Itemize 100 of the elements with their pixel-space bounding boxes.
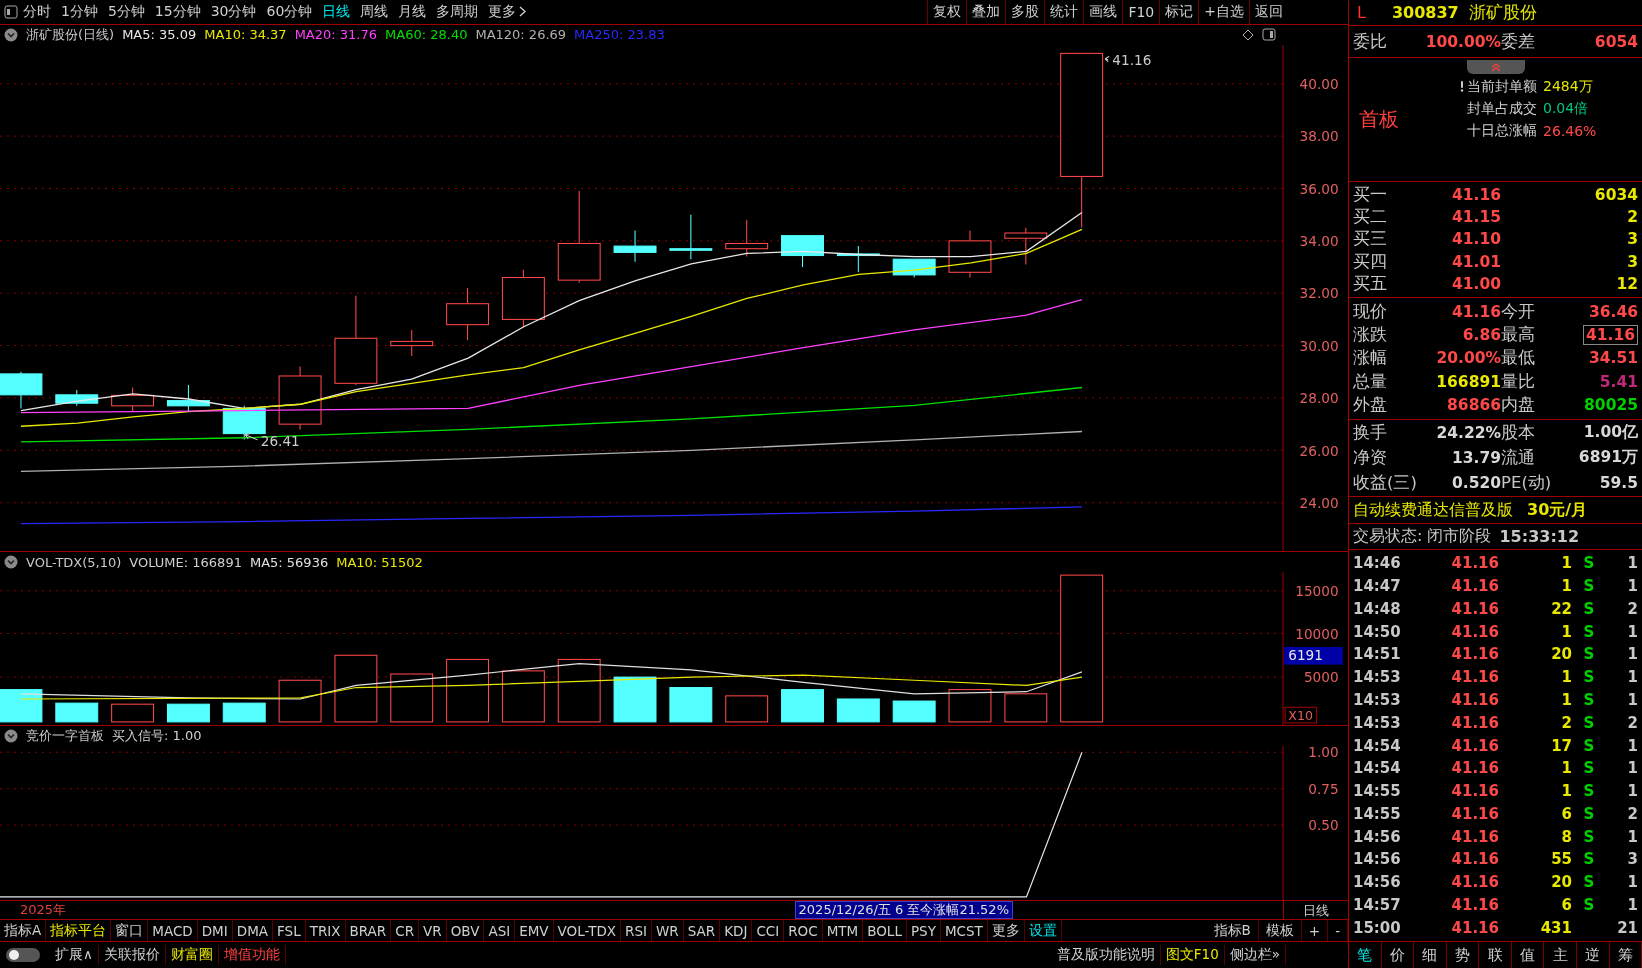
trade-price: 41.16	[1450, 599, 1499, 618]
volume-bar	[781, 689, 824, 723]
trade-volume: 1	[1560, 554, 1572, 573]
pointer-arrow-icon	[1104, 55, 1110, 62]
trade-time: 14:53	[1353, 668, 1402, 687]
candlestick	[446, 286, 490, 341]
trade-time: 15:00	[1353, 918, 1402, 937]
indicator-value: MA250: 23.83	[574, 27, 665, 42]
field-value: 0.520	[1450, 474, 1501, 493]
trade-count: 1	[1626, 622, 1638, 641]
axis-label: 10000	[1295, 626, 1339, 643]
volume-bar	[55, 703, 99, 723]
field-label: 涨幅	[1353, 347, 1388, 370]
axis-label: 30.00	[1299, 337, 1339, 354]
trade-volume: 1	[1560, 690, 1572, 709]
candlestick	[111, 386, 155, 412]
trade-volume: 6	[1560, 804, 1572, 823]
bid-price: 41.15	[1450, 208, 1501, 227]
promo-price[interactable]: 30元/月	[1527, 499, 1588, 521]
trade-count: 1	[1626, 668, 1638, 687]
trade-volume: 1	[1560, 782, 1572, 801]
stock-code: 300837	[1391, 3, 1459, 22]
trade-volume: 20	[1550, 645, 1572, 664]
volume-bar	[725, 695, 769, 723]
trade-time: 14:54	[1353, 736, 1402, 755]
trade-volume: 1	[1560, 577, 1572, 596]
volume-bar	[613, 677, 657, 723]
axis-label: 38.00	[1299, 127, 1339, 144]
axis-label: 24.00	[1299, 494, 1339, 511]
volume-bar	[557, 659, 601, 723]
collapse-circle-icon	[4, 729, 18, 744]
axis-label: 34.00	[1299, 232, 1339, 249]
field-label: 量比	[1501, 370, 1536, 393]
trade-count: 1	[1626, 577, 1638, 596]
trade-price: 41.16	[1450, 895, 1499, 914]
indicator-value: MA5: 56936	[249, 554, 329, 570]
trade-status: 交易状态: 闭市阶段	[1353, 526, 1492, 547]
volume-bar	[390, 673, 434, 723]
trade-price: 41.16	[1450, 554, 1499, 573]
status-time: 15:33:12	[1499, 527, 1580, 546]
trade-count: 1	[1626, 895, 1638, 914]
trade-time: 14:54	[1353, 759, 1402, 778]
trade-price: 41.16	[1450, 850, 1499, 869]
axis-label: 0.50	[1308, 817, 1339, 834]
chevron-right-icon	[519, 6, 527, 18]
trade-volume: 431	[1539, 918, 1572, 937]
field-label: 流通	[1501, 447, 1536, 469]
trade-side: S	[1582, 599, 1596, 618]
trade-count: 2	[1626, 713, 1638, 732]
field-value: 26.46%	[1543, 122, 1597, 139]
trade-time: 14:53	[1353, 713, 1402, 732]
field-value: 80025	[1583, 396, 1638, 415]
board-tag: 首板	[1349, 106, 1439, 133]
indicator-value: VOLUME: 166891	[129, 554, 242, 570]
trade-volume: 1	[1560, 668, 1572, 687]
candlestick	[781, 234, 824, 268]
trade-volume: 1	[1560, 759, 1572, 778]
diamond-icon	[1242, 28, 1254, 41]
trade-time: 14:56	[1353, 873, 1402, 892]
field-value: 20.00%	[1435, 349, 1501, 368]
date-info-label: 2025/12/26/五 6 至今涨幅21.52%	[794, 901, 1013, 920]
trade-volume: 22	[1550, 599, 1572, 618]
bid-label: 买三	[1353, 228, 1388, 251]
volume-bar	[836, 698, 880, 723]
axis-label: 40.00	[1299, 75, 1339, 92]
promo-text[interactable]: 自动续费通达信普及版	[1353, 499, 1513, 521]
trade-price: 41.16	[1450, 759, 1499, 778]
field-label: 现价	[1353, 300, 1388, 323]
collapse-button[interactable]	[1467, 60, 1525, 74]
field-label: 换手	[1353, 421, 1388, 444]
exclamation-icon	[1460, 81, 1464, 92]
indicator-value: MA10: 34.37	[204, 27, 287, 42]
field-label: 最高	[1501, 324, 1536, 347]
trade-side: S	[1582, 622, 1596, 641]
trade-side: S	[1582, 895, 1596, 914]
trade-side: S	[1582, 873, 1596, 892]
trade-time: 14:53	[1353, 690, 1402, 709]
field-value: 6054	[1593, 32, 1638, 51]
toggle-switch[interactable]	[6, 948, 40, 962]
bid-label: 买二	[1353, 206, 1388, 229]
candlestick	[892, 258, 936, 278]
candlestick	[166, 383, 210, 412]
field-label: 总量	[1353, 370, 1388, 393]
axis-label: 28.00	[1299, 389, 1339, 406]
trade-time: 14:51	[1353, 645, 1402, 664]
trade-volume: 2	[1560, 713, 1572, 732]
field-label: 净资	[1353, 447, 1388, 469]
trade-price: 41.16	[1450, 782, 1499, 801]
field-label: 当前封单额	[1467, 77, 1537, 96]
trade-price: 41.16	[1450, 918, 1499, 937]
trade-side: S	[1582, 690, 1596, 709]
trade-volume: 6	[1560, 895, 1572, 914]
field-value: 59.5	[1598, 474, 1638, 493]
bid-volume: 3	[1626, 252, 1638, 271]
trade-side: S	[1582, 827, 1596, 846]
trade-count: 1	[1626, 827, 1638, 846]
trade-price: 41.16	[1450, 827, 1499, 846]
field-value: 36.46	[1587, 302, 1638, 321]
trade-volume: 55	[1550, 850, 1572, 869]
price-label: 41.16	[1112, 51, 1152, 68]
